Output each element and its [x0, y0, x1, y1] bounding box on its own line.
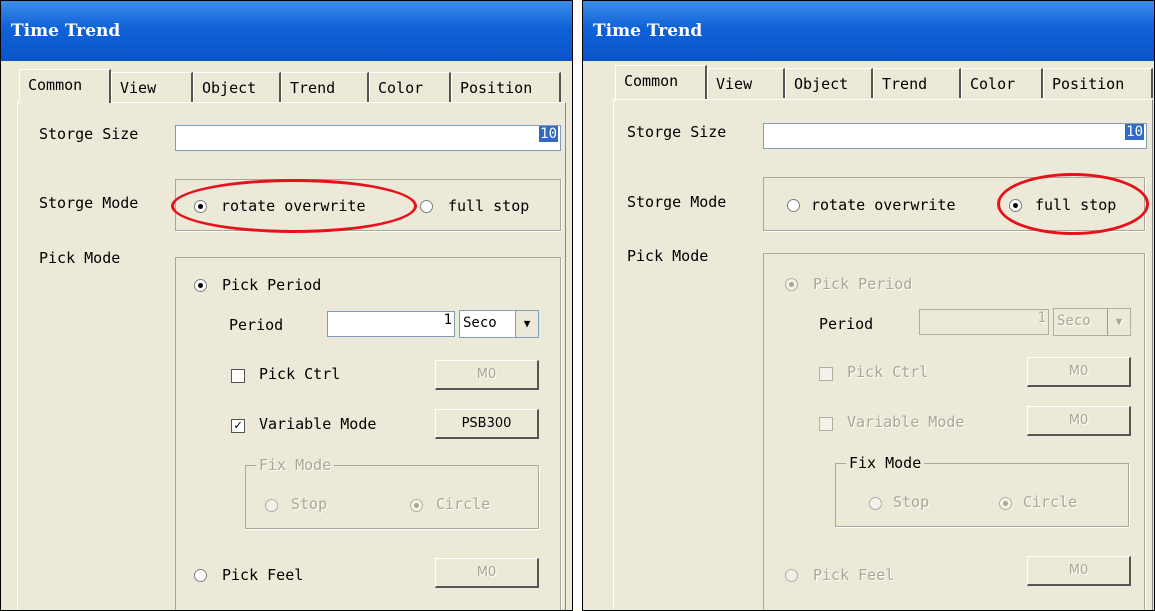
- variable-mode-checkbox[interactable]: ✓: [231, 419, 245, 433]
- pick-ctrl-button[interactable]: M0: [1027, 357, 1131, 387]
- time-trend-dialog-left: Time Trend Common View Object Trend Colo…: [0, 0, 573, 611]
- pick-period-radio[interactable]: [194, 279, 207, 292]
- fix-stop-radio[interactable]: [869, 497, 882, 510]
- pick-feel-label: Pick Feel: [222, 566, 304, 584]
- period-unit-select[interactable]: Seco ▼: [459, 310, 539, 338]
- rotate-overwrite-radio[interactable]: [787, 199, 800, 212]
- pick-feel-radio[interactable]: [194, 569, 207, 582]
- variable-mode-button[interactable]: M0: [1027, 406, 1131, 436]
- pick-feel-button[interactable]: M0: [1027, 556, 1131, 586]
- storage-size-input[interactable]: 10: [763, 123, 1147, 149]
- storage-size-label: Storge Size: [627, 123, 727, 141]
- pick-feel-radio[interactable]: [785, 569, 798, 582]
- chevron-down-icon[interactable]: ▼: [515, 311, 538, 337]
- dialog-title: Time Trend: [11, 21, 121, 41]
- tab-trend[interactable]: Trend: [873, 68, 961, 98]
- tab-view[interactable]: View: [707, 68, 785, 98]
- storage-size-label: Storge Size: [39, 125, 139, 143]
- fix-mode-label: Fix Mode: [846, 454, 925, 472]
- chevron-down-icon[interactable]: ▼: [1107, 309, 1130, 335]
- period-label: Period: [229, 316, 284, 334]
- tab-object[interactable]: Object: [193, 72, 281, 102]
- tab-position[interactable]: Position: [451, 72, 561, 102]
- pick-feel-button[interactable]: M0: [435, 558, 539, 588]
- pick-ctrl-label: Pick Ctrl: [847, 363, 929, 381]
- pick-feel-label: Pick Feel: [813, 566, 895, 584]
- variable-mode-label: Variable Mode: [847, 413, 965, 431]
- pick-ctrl-label: Pick Ctrl: [259, 365, 341, 383]
- pick-ctrl-checkbox[interactable]: [819, 367, 833, 381]
- tab-color[interactable]: Color: [369, 72, 451, 102]
- pick-mode-label: Pick Mode: [627, 247, 709, 265]
- variable-mode-label: Variable Mode: [259, 415, 377, 433]
- fix-mode-group: Fix Mode: [245, 456, 539, 529]
- period-input[interactable]: 1: [919, 309, 1049, 335]
- tab-color[interactable]: Color: [961, 68, 1043, 98]
- variable-mode-checkbox[interactable]: [819, 417, 833, 431]
- tab-common[interactable]: Common: [615, 65, 707, 99]
- tab-strip: Common View Object Trend Color Position: [19, 69, 564, 103]
- tab-view[interactable]: View: [111, 72, 193, 102]
- period-unit-select[interactable]: Seco ▼: [1053, 308, 1131, 336]
- fix-circle-radio[interactable]: [999, 497, 1012, 510]
- rotate-overwrite-radio[interactable]: [194, 200, 207, 213]
- fix-circle-label: Circle: [1023, 493, 1078, 511]
- variable-mode-button[interactable]: PSB300: [435, 409, 539, 439]
- period-unit-value: Seco: [1057, 313, 1091, 329]
- pick-ctrl-button[interactable]: M0: [435, 360, 539, 390]
- tab-position[interactable]: Position: [1043, 68, 1153, 98]
- title-bar[interactable]: Time Trend: [583, 1, 1154, 61]
- full-stop-label: full stop: [1035, 196, 1117, 214]
- title-bar[interactable]: Time Trend: [1, 1, 572, 61]
- fix-mode-group: Fix Mode: [835, 454, 1129, 527]
- fix-stop-radio[interactable]: [265, 499, 278, 512]
- storage-mode-label: Storge Mode: [39, 194, 139, 212]
- pick-period-label: Pick Period: [813, 275, 913, 293]
- pick-ctrl-checkbox[interactable]: [231, 369, 245, 383]
- fix-stop-label: Stop: [291, 495, 328, 513]
- storage-size-input[interactable]: 10: [175, 125, 561, 151]
- fix-stop-label: Stop: [893, 493, 930, 511]
- fix-circle-radio[interactable]: [410, 499, 423, 512]
- fix-circle-label: Circle: [436, 495, 491, 513]
- rotate-overwrite-label: rotate overwrite: [221, 197, 366, 215]
- tab-object[interactable]: Object: [785, 68, 873, 98]
- rotate-overwrite-label: rotate overwrite: [811, 196, 956, 214]
- period-input[interactable]: 1: [327, 311, 455, 337]
- time-trend-dialog-right: Time Trend Common View Object Trend Colo…: [582, 0, 1155, 611]
- full-stop-radio[interactable]: [420, 200, 433, 213]
- tab-strip: Common View Object Trend Color Position: [615, 65, 1154, 99]
- full-stop-radio[interactable]: [1009, 199, 1022, 212]
- pick-period-radio[interactable]: [785, 278, 798, 291]
- pick-mode-label: Pick Mode: [39, 249, 121, 267]
- fix-mode-label: Fix Mode: [256, 456, 335, 474]
- full-stop-label: full stop: [448, 197, 530, 215]
- tab-common[interactable]: Common: [19, 69, 111, 103]
- period-unit-value: Seco: [463, 315, 497, 331]
- pick-period-label: Pick Period: [222, 276, 322, 294]
- storage-mode-label: Storge Mode: [627, 193, 727, 211]
- check-icon: ✓: [234, 418, 242, 433]
- tab-trend[interactable]: Trend: [281, 72, 369, 102]
- dialog-title: Time Trend: [593, 21, 703, 41]
- period-label: Period: [819, 315, 874, 333]
